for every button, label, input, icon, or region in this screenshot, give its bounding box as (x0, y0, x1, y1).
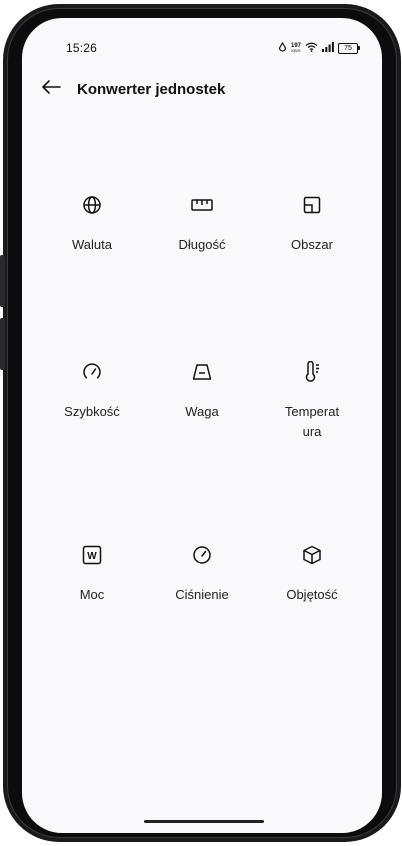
unit-weight[interactable]: Waga (147, 360, 257, 422)
ruler-icon (190, 193, 214, 217)
svg-text:W: W (87, 551, 97, 562)
status-time: 15:26 (66, 41, 98, 55)
unit-speed[interactable]: Szybkość (37, 360, 147, 422)
unit-label: Waga (185, 404, 219, 419)
unit-label: Długość (178, 237, 226, 252)
unit-label: Waluta (72, 237, 112, 252)
battery-level: 75 (338, 42, 358, 54)
app-header: Konwerter jednostek (22, 76, 382, 106)
network-speed-unit: KB/S (291, 48, 301, 53)
unit-label: Objętość (286, 587, 338, 602)
signal-icon (322, 39, 334, 57)
unit-label: Ciśnienie (175, 587, 229, 602)
area-icon (300, 193, 324, 217)
home-indicator[interactable] (144, 820, 264, 823)
unit-pressure[interactable]: Ciśnienie (147, 543, 257, 605)
cube-icon (300, 543, 324, 567)
status-icons: 197 KB/S 75 (278, 39, 360, 57)
battery-icon: 75 (338, 42, 360, 54)
unit-length[interactable]: Długość (147, 193, 257, 255)
back-button[interactable] (38, 76, 64, 102)
unit-label: Obszar (291, 237, 333, 252)
page-title: Konwerter jednostek (77, 81, 226, 98)
status-bar: 15:26 197 KB/S 75 (22, 18, 382, 58)
unit-label: Temperat ura (284, 404, 340, 439)
speedometer-icon (80, 360, 104, 384)
unit-label: Moc (79, 587, 105, 602)
unit-area[interactable]: Obszar (257, 193, 367, 255)
globe-icon (80, 193, 104, 217)
arrow-left-icon (41, 79, 61, 100)
unit-volume[interactable]: Objętość (257, 543, 367, 605)
wifi-icon (305, 39, 318, 57)
screen: 15:26 197 KB/S 75 Konwerter jednostek Wa… (22, 18, 382, 833)
unit-currency[interactable]: Waluta (37, 193, 147, 255)
weight-icon (190, 360, 214, 384)
water-drop-icon (278, 39, 287, 57)
unit-label: Szybkość (64, 404, 120, 419)
power-icon: W (80, 543, 104, 567)
volume-up-button (0, 255, 5, 307)
unit-power[interactable]: W Moc (37, 543, 147, 605)
network-speed: 197 KB/S (291, 43, 301, 53)
unit-temperature[interactable]: Temperat ura (257, 360, 367, 442)
thermometer-icon (300, 360, 324, 384)
gauge-icon (190, 543, 214, 567)
volume-down-button (0, 318, 5, 370)
